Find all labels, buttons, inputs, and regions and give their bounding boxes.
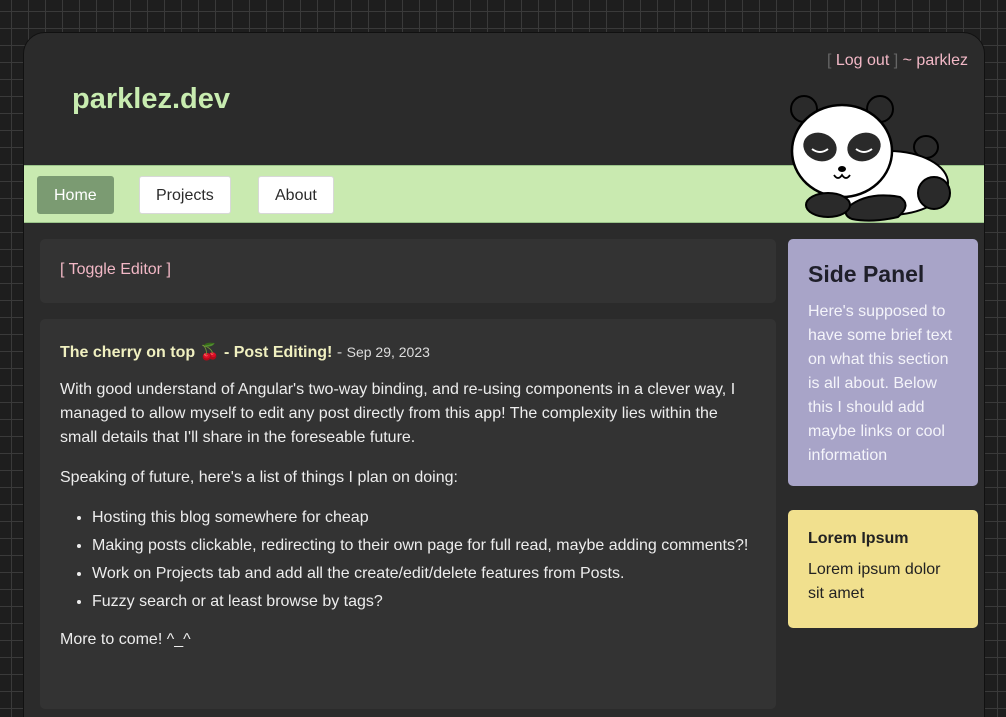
- lorem-box: Lorem Ipsum Lorem ipsum dolor sit amet: [788, 510, 978, 628]
- editor-card: [ Toggle Editor ]: [40, 239, 776, 303]
- post-date: Sep 29, 2023: [346, 344, 430, 360]
- lorem-box-text: Lorem ipsum dolor sit amet: [808, 561, 941, 602]
- post-list: Hosting this blog somewhere for cheap Ma…: [60, 506, 756, 614]
- main-column: [ Toggle Editor ] The cherry on top 🍒 - …: [40, 239, 776, 709]
- side-panel: Side Panel Here's supposed to have some …: [788, 239, 978, 486]
- user-links: [ Log out ] ~ parklez: [827, 52, 968, 70]
- post-title[interactable]: The cherry on top 🍒 - Post Editing!: [60, 344, 332, 361]
- bracket-close: ]: [893, 52, 899, 69]
- list-item: Making posts clickable, redirecting to t…: [92, 534, 756, 558]
- app-window: parklez.dev [ Log out ] ~ parklez Home P…: [23, 32, 985, 717]
- nav-projects-button[interactable]: Projects: [139, 176, 231, 214]
- post-closing: More to come! ^_^: [60, 631, 191, 648]
- nav-about-button[interactable]: About: [258, 176, 334, 214]
- nav-home-button[interactable]: Home: [37, 176, 114, 214]
- site-title: parklez.dev: [72, 83, 230, 115]
- logout-link[interactable]: Log out: [836, 52, 889, 69]
- list-item: Work on Projects tab and add all the cre…: [92, 562, 756, 586]
- username: ~ parklez: [902, 52, 968, 69]
- lorem-box-title: Lorem Ipsum: [808, 530, 909, 547]
- bracket-open: [: [826, 52, 832, 69]
- list-item: Hosting this blog somewhere for cheap: [92, 506, 756, 530]
- list-item: Fuzzy search or at least browse by tags?: [92, 590, 756, 614]
- post-separator: -: [336, 344, 343, 361]
- post-paragraph: Speaking of future, here's a list of thi…: [60, 469, 458, 486]
- side-panel-text: Here's supposed to have some brief text …: [808, 303, 953, 464]
- post-heading: The cherry on top 🍒 - Post Editing! - Se…: [60, 341, 756, 364]
- side-panel-title: Side Panel: [808, 261, 925, 287]
- toggle-editor-link[interactable]: [ Toggle Editor ]: [60, 261, 171, 278]
- sleeping-panda-icon: [790, 95, 951, 222]
- post-paragraph: With good understand of Angular's two-wa…: [60, 381, 736, 446]
- post-card: The cherry on top 🍒 - Post Editing! - Se…: [40, 319, 776, 709]
- side-column: Side Panel Here's supposed to have some …: [788, 239, 978, 628]
